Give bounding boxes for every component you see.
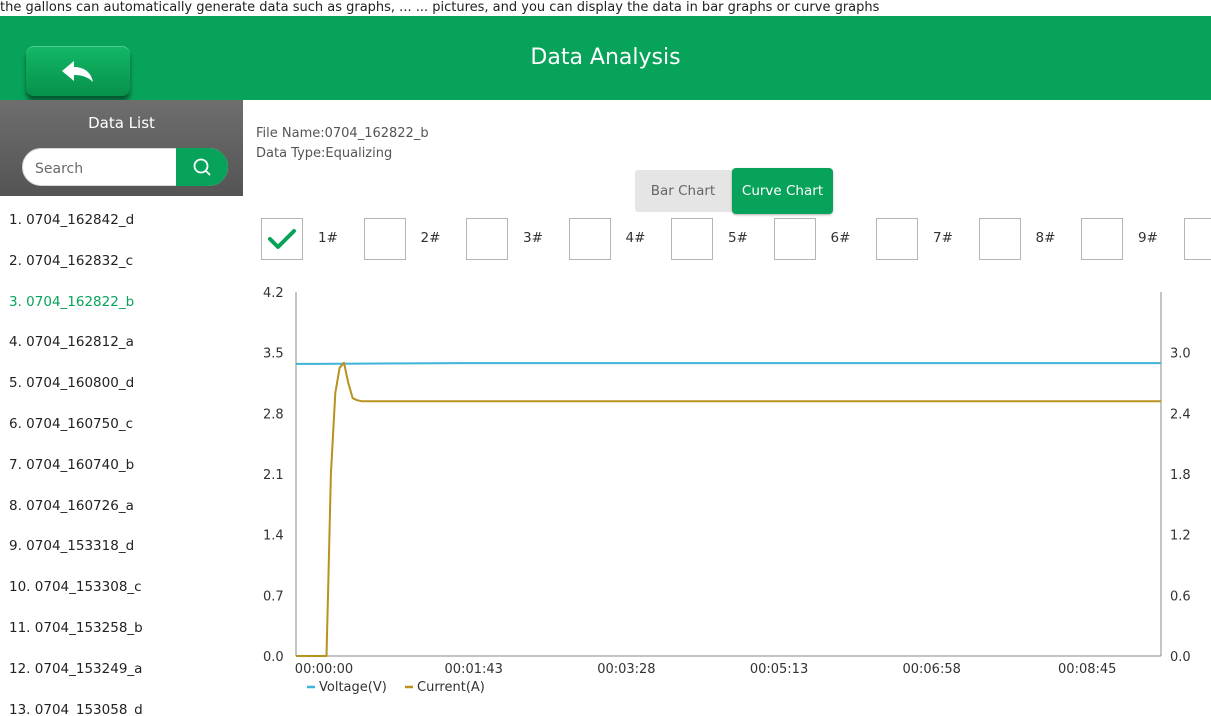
channel-label: 3# [523, 230, 543, 246]
channel-2-toggle[interactable]: 2# [363, 218, 459, 262]
back-button[interactable] [26, 46, 130, 96]
search-box [22, 148, 228, 186]
channel-label: 5# [728, 230, 748, 246]
sidebar-header: Data List [0, 100, 243, 196]
channel-checkbox[interactable] [1081, 218, 1123, 260]
data-list-item[interactable]: 10. 0704_153308_c [0, 571, 243, 612]
channel-checkbox[interactable] [773, 218, 816, 260]
channel-10-toggle[interactable] [1183, 218, 1211, 262]
left-tick-label: 2.8 [263, 407, 284, 422]
right-tick-label: 0.0 [1170, 650, 1191, 665]
checkmark-icon [268, 229, 296, 249]
channel-checkbox[interactable] [876, 218, 918, 260]
channel-selector: 1# 2# 3# 4# 5# 6# 7# 8# 9# [261, 218, 1211, 262]
channel-label: 8# [1035, 230, 1056, 246]
chart-type-toggle: Bar Chart Curve Chart [635, 168, 833, 214]
curve-chart: 0.0 0.7 1.4 2.1 2.8 3.5 4.2 0.0 0.6 1.2 1.8 2.4 3.0 0… [263, 286, 1191, 695]
data-list-item[interactable]: 8. 0704_160726_a [0, 490, 243, 531]
channel-4-toggle[interactable]: 4# [568, 218, 664, 262]
channel-checkbox[interactable] [1183, 218, 1211, 260]
left-tick-label: 2.1 [263, 468, 284, 483]
search-input[interactable] [33, 156, 177, 182]
legend-label: Current(A) [417, 680, 485, 695]
data-list: 1. 0704_162842_d 2. 0704_162832_c 3. 0704_… [0, 204, 243, 716]
app-header [0, 16, 1211, 100]
channel-label: 1# [318, 230, 338, 246]
x-tick-label: 00:01:43 [445, 662, 503, 677]
channel-label: 2# [420, 230, 441, 246]
channel-label: 9# [1138, 230, 1158, 246]
channel-7-toggle[interactable]: 7# [876, 218, 971, 262]
file-info: File Name:0704_162822_b Data Type:Equali… [256, 124, 429, 164]
left-tick-label: 1.4 [263, 529, 284, 544]
current-series-line [296, 361, 1161, 657]
channel-checkbox[interactable] [978, 218, 1021, 260]
x-tick-label: 00:03:28 [597, 662, 655, 677]
x-tick-label: 00:06:58 [902, 662, 960, 677]
data-type: Data Type:Equalizing [256, 146, 393, 161]
channel-checkbox[interactable] [261, 218, 303, 260]
curve-chart-tab[interactable]: Curve Chart [732, 168, 833, 214]
search-button[interactable] [176, 148, 228, 186]
data-list-item[interactable]: 7. 0704_160740_b [0, 449, 243, 490]
back-arrow-icon [62, 61, 93, 82]
sidebar: Data List 1. 0704_162842_d2. 0704_162832… [0, 100, 243, 716]
right-tick-label: 2.4 [1170, 407, 1191, 422]
sidebar-title: Data List [88, 114, 155, 132]
channel-label: 6# [830, 230, 851, 246]
voltage-series-line [296, 362, 1161, 365]
data-list-item[interactable]: 9. 0704_153318_d [0, 530, 243, 571]
data-list-item[interactable]: 13. 0704_153058_d [0, 694, 243, 716]
search-icon [193, 158, 211, 176]
channel-9-toggle[interactable]: 9# [1081, 218, 1176, 262]
left-tick-label: 0.7 [263, 589, 284, 604]
right-tick-label: 1.2 [1170, 529, 1191, 544]
channel-3-toggle[interactable]: 3# [466, 218, 561, 262]
data-list-item[interactable]: 3. 0704_162822_b [0, 286, 243, 327]
channel-1-toggle[interactable]: 1# [261, 218, 356, 262]
data-list-item[interactable]: 4. 0704_162812_a [0, 326, 243, 367]
left-tick-label: 0.0 [263, 650, 284, 665]
right-tick-label: 0.6 [1170, 589, 1191, 604]
channel-5-toggle[interactable]: 5# [671, 218, 766, 262]
data-list-item[interactable]: 2. 0704_162832_c [0, 245, 243, 286]
x-tick-label: 00:00:00 [295, 662, 353, 677]
right-tick-label: 1.8 [1170, 468, 1191, 483]
legend-label: Voltage(V) [319, 680, 387, 695]
channel-label: 7# [933, 230, 953, 246]
channel-6-toggle[interactable]: 6# [773, 218, 869, 262]
data-list-item[interactable]: 1. 0704_162842_d [0, 204, 243, 245]
data-list-item[interactable]: 12. 0704_153249_a [0, 653, 243, 694]
x-tick-label: 00:08:45 [1058, 662, 1116, 677]
channel-checkbox[interactable] [568, 218, 611, 260]
channel-checkbox[interactable] [466, 218, 508, 260]
data-list-item[interactable]: 5. 0704_160800_d [0, 367, 243, 408]
file-name: File Name:0704_162822_b [256, 126, 429, 141]
x-tick-label: 00:05:13 [750, 662, 808, 677]
data-list-item[interactable]: 6. 0704_160750_c [0, 408, 243, 449]
channel-checkbox[interactable] [671, 218, 713, 260]
channel-checkbox[interactable] [363, 218, 406, 260]
bar-chart-tab[interactable]: Bar Chart [635, 170, 731, 212]
data-list-item[interactable]: 11. 0704_153258_b [0, 612, 243, 653]
right-tick-label: 3.0 [1170, 347, 1191, 362]
left-tick-label: 4.2 [263, 286, 284, 301]
channel-label: 4# [625, 230, 646, 246]
channel-8-toggle[interactable]: 8# [978, 218, 1074, 262]
top-caption-strip: the gallons can automatically generate d… [0, 0, 1211, 16]
left-tick-label: 3.5 [263, 347, 284, 362]
